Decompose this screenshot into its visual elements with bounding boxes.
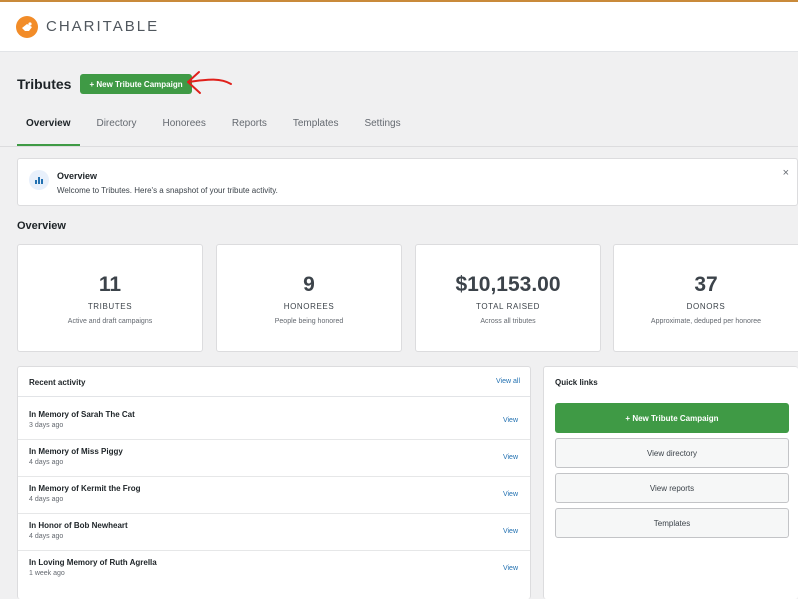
stat-value: 37 (694, 273, 718, 296)
view-directory-button[interactable]: View directory (555, 438, 789, 468)
overview-notice: Overview Welcome to Tributes. Here's a s… (17, 158, 798, 206)
tab-settings[interactable]: Settings (354, 108, 410, 146)
stat-value: $10,153.00 (455, 273, 561, 296)
tab-directory[interactable]: Directory (86, 108, 146, 146)
brand-name: CHARITABLE (46, 18, 160, 35)
stat-description: Across all tributes (480, 318, 536, 325)
stat-label: TOTAL RAISED (476, 302, 540, 311)
activity-view-link[interactable]: View (503, 491, 518, 498)
stat-label: HONOREES (283, 302, 335, 311)
templates-button[interactable]: Templates (555, 508, 789, 538)
notice-title: Overview (57, 171, 98, 181)
activity-time: 1 week ago (29, 570, 65, 577)
activity-name: In Memory of Sarah The Cat (29, 410, 135, 419)
activity-view-link[interactable]: View (503, 417, 518, 424)
page-header: Tributes + New Tribute Campaign (17, 73, 192, 95)
quick-new-tribute-campaign-button[interactable]: + New Tribute Campaign (555, 403, 789, 433)
tab-reports[interactable]: Reports (222, 108, 277, 146)
overview-heading: Overview (17, 220, 66, 232)
close-icon[interactable]: × (783, 167, 789, 179)
activity-time: 4 days ago (29, 459, 64, 466)
stat-card-donors: 37 DONORS Approximate, deduped per honor… (613, 244, 798, 352)
tab-templates[interactable]: Templates (283, 108, 349, 146)
activity-item: In Loving Memory of Ruth Agrella 1 week … (18, 551, 530, 588)
tab-honorees[interactable]: Honorees (153, 108, 216, 146)
stat-card-honorees: 9 HONOREES People being honored (216, 244, 402, 352)
charitable-logo-icon (16, 15, 38, 38)
activity-time: 4 days ago (29, 533, 64, 540)
stat-label: TRIBUTES (87, 302, 133, 311)
activity-view-link[interactable]: View (503, 565, 518, 572)
top-bar: CHARITABLE (0, 2, 798, 52)
activity-view-link[interactable]: View (503, 454, 518, 461)
stat-description: Active and draft campaigns (67, 318, 153, 325)
red-arrow-annotation-icon (187, 71, 232, 94)
activity-time: 3 days ago (29, 422, 64, 429)
quick-links-title: Quick links (555, 378, 598, 387)
stat-value: 11 (98, 273, 122, 296)
stat-label: DONORS (686, 302, 726, 311)
tab-bar: Overview Directory Honorees Reports Temp… (17, 108, 417, 146)
activity-name: In Loving Memory of Ruth Agrella (29, 558, 157, 567)
activity-name: In Memory of Kermit the Frog (29, 484, 141, 493)
stat-card-tributes: 11 TRIBUTES Active and draft campaigns (17, 244, 203, 352)
activity-view-link[interactable]: View (503, 528, 518, 535)
tabs-divider (0, 146, 798, 147)
view-reports-button[interactable]: View reports (555, 473, 789, 503)
activity-item: In Honor of Bob Newheart 4 days ago View (18, 514, 530, 551)
activity-item: In Memory of Sarah The Cat 3 days ago Vi… (18, 403, 530, 440)
stat-description: Approximate, deduped per honoree (650, 318, 762, 325)
tab-overview[interactable]: Overview (17, 108, 81, 146)
view-all-link[interactable]: View all (496, 378, 520, 385)
activity-name: In Memory of Miss Piggy (29, 447, 123, 456)
notice-text: Welcome to Tributes. Here's a snapshot o… (57, 186, 278, 195)
activity-time: 4 days ago (29, 496, 64, 503)
recent-activity-panel: Recent activity View all In Memory of Sa… (17, 366, 531, 599)
panel-divider (18, 396, 530, 397)
stat-description: People being honored (274, 318, 344, 325)
stat-value: 9 (303, 273, 315, 296)
new-tribute-campaign-button[interactable]: + New Tribute Campaign (80, 74, 192, 94)
activity-name: In Honor of Bob Newheart (29, 521, 128, 530)
stat-card-total-raised: $10,153.00 TOTAL RAISED Across all tribu… (415, 244, 601, 352)
activity-item: In Memory of Kermit the Frog 4 days ago … (18, 477, 530, 514)
recent-activity-title: Recent activity (29, 378, 86, 387)
page-title: Tributes (17, 76, 72, 92)
bar-chart-icon (29, 170, 49, 190)
activity-item: In Memory of Miss Piggy 4 days ago View (18, 440, 530, 477)
quick-links-panel: Quick links + New Tribute Campaign View … (543, 366, 798, 599)
